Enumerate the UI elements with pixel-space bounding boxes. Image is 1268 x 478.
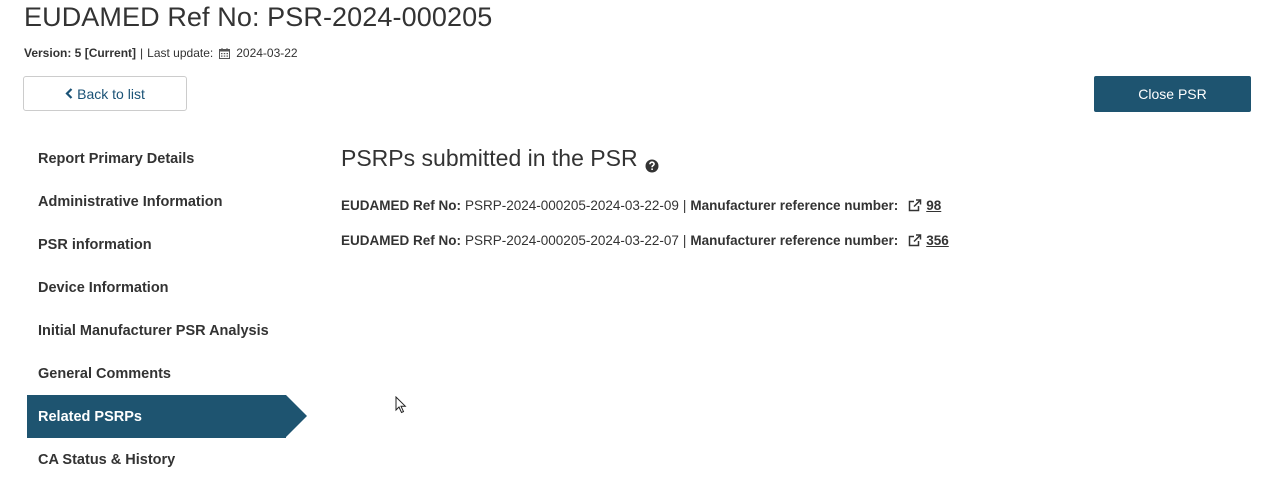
page: EUDAMED Ref No: PSR-2024-000205 Version:… <box>0 0 1268 478</box>
sidebar-item-general-comments[interactable]: General Comments <box>27 352 307 395</box>
meta-separator: | <box>140 46 144 60</box>
back-to-list-label: Back to list <box>77 85 145 102</box>
last-update-label: Last update: <box>147 46 214 60</box>
version-meta: Version: 5 [Current] | Last update: 2024… <box>24 46 298 60</box>
close-psr-button[interactable]: Close PSR <box>1094 76 1251 112</box>
manufacturer-ref-link[interactable]: 98 <box>908 198 941 213</box>
section-title: PSRPs submitted in the PSR <box>341 145 659 172</box>
sidebar-item-administrative-information[interactable]: Administrative Information <box>27 180 307 223</box>
page-title: EUDAMED Ref No: PSR-2024-000205 <box>24 2 493 32</box>
sidebar-item-ca-status-history[interactable]: CA Status & History <box>27 438 307 478</box>
eudamed-ref-label: EUDAMED Ref No: <box>341 233 461 248</box>
question-circle-icon[interactable] <box>645 152 659 172</box>
calendar-icon <box>219 47 231 59</box>
version-label: Version: 5 [Current] <box>24 46 137 60</box>
sidebar-item-psr-information[interactable]: PSR information <box>27 223 307 266</box>
eudamed-ref-value: PSRP-2024-000205-2024-03-22-07 <box>465 233 679 248</box>
sidebar-nav: Report Primary Details Administrative In… <box>27 137 307 478</box>
list-item: EUDAMED Ref No: PSRP-2024-000205-2024-03… <box>341 198 949 233</box>
eudamed-ref-label: EUDAMED Ref No: <box>341 198 461 213</box>
ref-separator: | <box>682 233 687 248</box>
manufacturer-ref-value: 356 <box>926 233 949 248</box>
chevron-left-icon <box>65 88 73 99</box>
manufacturer-ref-link[interactable]: 356 <box>908 233 949 248</box>
list-item: EUDAMED Ref No: PSRP-2024-000205-2024-03… <box>341 233 949 268</box>
sidebar-item-report-primary-details[interactable]: Report Primary Details <box>27 137 307 180</box>
back-to-list-button[interactable]: Back to list <box>23 76 187 111</box>
sidebar-item-device-information[interactable]: Device Information <box>27 266 307 309</box>
ref-separator: | <box>682 198 687 213</box>
last-update-date: 2024-03-22 <box>236 46 298 60</box>
external-link-icon <box>908 234 922 247</box>
psrp-reference-list: EUDAMED Ref No: PSRP-2024-000205-2024-03… <box>341 198 949 268</box>
manufacturer-ref-label: Manufacturer reference number: <box>690 233 899 248</box>
eudamed-ref-value: PSRP-2024-000205-2024-03-22-09 <box>465 198 679 213</box>
section-title-text: PSRPs submitted in the PSR <box>341 145 638 171</box>
external-link-icon <box>908 199 922 212</box>
sidebar-item-related-psrps[interactable]: Related PSRPs <box>27 395 307 438</box>
mouse-cursor-icon <box>395 395 407 414</box>
manufacturer-ref-value: 98 <box>926 198 942 213</box>
sidebar-item-initial-manufacturer-psr-analysis[interactable]: Initial Manufacturer PSR Analysis <box>27 309 307 352</box>
manufacturer-ref-label: Manufacturer reference number: <box>690 198 899 213</box>
